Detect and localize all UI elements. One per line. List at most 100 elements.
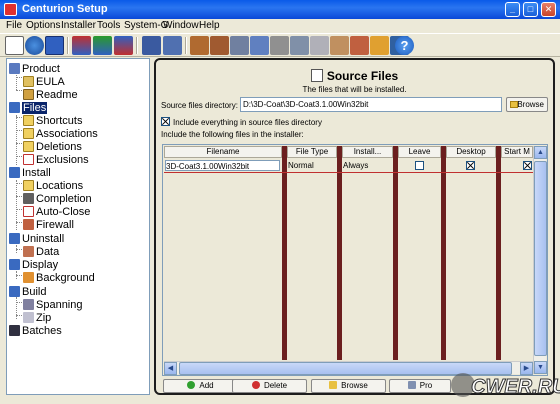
cell-leave[interactable] — [415, 161, 427, 172]
delete-button[interactable]: Delete — [232, 379, 307, 393]
vertical-scroll-thumb[interactable] — [534, 161, 547, 356]
maximize-button[interactable]: □ — [523, 2, 538, 17]
tree-node-eula[interactable]: EULA — [23, 76, 65, 89]
properties-button[interactable]: Pro — [389, 379, 451, 393]
cell-desktop[interactable] — [466, 161, 478, 172]
browse-files-button[interactable]: Browse — [311, 379, 386, 393]
background-icon — [23, 272, 34, 283]
build-icon[interactable] — [72, 36, 91, 55]
column-divider — [393, 146, 398, 360]
cell-filename[interactable]: 3D-Coat3.1.00Win32bit — [165, 160, 280, 171]
menu-bar: File Options Installer Tools System-G Wi… — [0, 19, 560, 33]
source-dir-input[interactable]: D:\3D-Coat\3D-Coat3.1.00Win32bit — [240, 97, 502, 112]
scroll-up-icon[interactable]: ▲ — [534, 146, 547, 159]
tree-node-completion[interactable]: Completion — [23, 193, 92, 206]
source-files-panel: Source Files The files that will be inst… — [154, 58, 555, 395]
pen-icon[interactable] — [350, 36, 369, 55]
tree-node-background[interactable]: Background — [23, 272, 95, 285]
leave-checkbox[interactable] — [415, 161, 424, 170]
package-icon[interactable] — [190, 36, 209, 55]
folder-icon — [329, 381, 338, 389]
properties-icon — [407, 381, 416, 389]
tree-node-uninstall[interactable]: Uninstall — [9, 233, 64, 246]
test-icon[interactable] — [163, 36, 182, 55]
disk-icon[interactable] — [230, 36, 249, 55]
new-icon[interactable] — [5, 36, 24, 55]
wizard-icon[interactable] — [250, 36, 269, 55]
save-icon[interactable] — [45, 36, 64, 55]
source-dir-label: Source files directory: — [161, 101, 238, 110]
cell-install[interactable]: Always — [343, 160, 368, 171]
handshake-icon[interactable] — [330, 36, 349, 55]
desktop-checkbox[interactable] — [466, 161, 475, 170]
tree-node-autoclose[interactable]: Auto-Close — [23, 206, 90, 219]
batches-icon — [9, 325, 20, 336]
app-icon[interactable] — [4, 3, 17, 16]
panel-subtitle: The files that will be installed. — [302, 85, 407, 94]
close-button[interactable]: ✕ — [541, 2, 556, 17]
menu-installer[interactable]: Installer — [61, 20, 96, 31]
merge-icon[interactable] — [290, 36, 309, 55]
tree-node-batches[interactable]: Batches — [9, 325, 62, 338]
firewall-icon — [23, 219, 34, 230]
help-icon[interactable]: ? — [395, 36, 414, 55]
autoclose-icon — [23, 206, 34, 217]
menu-window[interactable]: Window — [163, 20, 199, 31]
col-start-menu[interactable]: Start M — [501, 146, 533, 158]
tree-node-firewall[interactable]: Firewall — [23, 219, 74, 232]
key-icon[interactable] — [270, 36, 289, 55]
tree-node-readme[interactable]: Readme — [23, 89, 78, 102]
col-leave[interactable]: Leave — [398, 146, 441, 158]
open-globe-icon[interactable] — [25, 36, 44, 55]
project-tree[interactable]: Product EULA Readme Files Shortcuts Asso… — [6, 58, 150, 395]
menu-help[interactable]: Help — [199, 20, 220, 31]
menu-system-g[interactable]: System-G — [124, 20, 168, 31]
col-filename[interactable]: Filename — [164, 146, 282, 158]
shortcuts-icon — [23, 115, 34, 126]
col-install[interactable]: Install... — [342, 146, 393, 158]
tree-node-associations[interactable]: Associations — [23, 128, 98, 141]
menu-options[interactable]: Options — [26, 20, 60, 31]
copy-icon[interactable] — [310, 36, 329, 55]
menu-tools[interactable]: Tools — [97, 20, 120, 31]
cell-file-type[interactable]: Normal — [288, 160, 314, 171]
exclusions-icon — [23, 154, 34, 165]
eula-icon — [23, 76, 34, 87]
cwer-watermark: CWER.RU — [451, 373, 560, 399]
zip-icon — [23, 312, 34, 323]
data-icon — [23, 246, 34, 257]
include-files-label: Include the following files in the insta… — [161, 130, 304, 139]
minimize-button[interactable]: _ — [505, 2, 520, 17]
tree-node-install[interactable]: Install — [9, 167, 51, 180]
tree-node-files[interactable]: Files — [9, 102, 48, 115]
product-icon — [9, 63, 20, 74]
run-icon[interactable] — [142, 36, 161, 55]
tree-node-exclusions[interactable]: Exclusions — [23, 154, 89, 167]
download-icon[interactable] — [114, 36, 133, 55]
tools-icon[interactable] — [370, 36, 389, 55]
tree-node-product[interactable]: Product — [9, 63, 60, 76]
panel-title: Source Files — [156, 69, 553, 83]
col-file-type[interactable]: File Type — [287, 146, 337, 158]
scroll-left-icon[interactable]: ◀ — [164, 362, 177, 375]
vertical-scrollbar[interactable]: ▲ ▼ — [533, 146, 547, 374]
tree-node-zip[interactable]: Zip — [23, 312, 51, 325]
tree-node-deletions[interactable]: Deletions — [23, 141, 82, 154]
tree-node-data[interactable]: Data — [23, 246, 59, 259]
locations-icon — [23, 180, 34, 191]
package-open-icon[interactable] — [210, 36, 229, 55]
tree-node-locations[interactable]: Locations — [23, 180, 83, 193]
col-desktop[interactable]: Desktop — [446, 146, 496, 158]
browse-dir-button[interactable]: Browse — [506, 97, 548, 112]
completion-icon — [23, 193, 34, 204]
upload-icon[interactable] — [93, 36, 112, 55]
add-button[interactable]: Add — [163, 379, 238, 393]
menu-file[interactable]: File — [6, 20, 22, 31]
column-divider — [282, 146, 287, 360]
tree-node-spanning[interactable]: Spanning — [23, 299, 83, 312]
tree-node-build[interactable]: Build — [9, 286, 46, 299]
tree-node-shortcuts[interactable]: Shortcuts — [23, 115, 82, 128]
tree-node-display[interactable]: Display — [9, 259, 58, 272]
include-all-checkbox[interactable] — [161, 117, 170, 126]
start-menu-checkbox[interactable] — [523, 161, 532, 170]
